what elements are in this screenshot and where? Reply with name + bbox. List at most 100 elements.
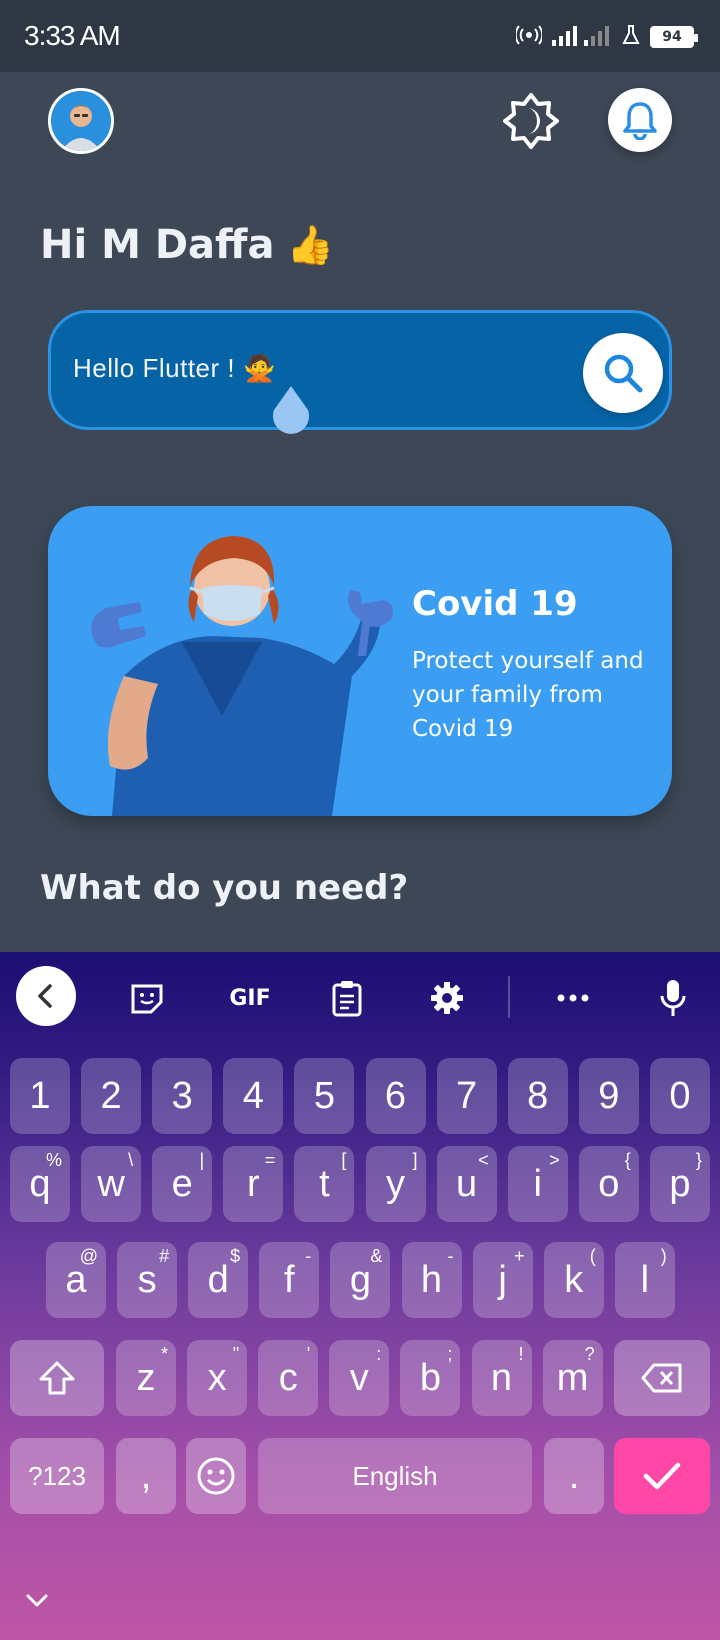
key-u-secondary: <	[478, 1150, 489, 1170]
key-s-label: s	[137, 1258, 157, 1301]
text-cursor-handle[interactable]	[270, 386, 312, 440]
key-k[interactable]: k(	[543, 1242, 604, 1318]
clipboard-button[interactable]	[322, 970, 372, 1026]
key-7[interactable]: 7	[436, 1058, 497, 1134]
enter-key[interactable]	[614, 1438, 710, 1514]
key-z[interactable]: z *	[116, 1340, 176, 1416]
key-2[interactable]: 2	[81, 1058, 142, 1134]
key-6[interactable]: 6	[365, 1058, 426, 1134]
key-x[interactable]: x "	[187, 1340, 248, 1416]
key-q[interactable]: q%	[10, 1146, 70, 1222]
key-o[interactable]: o{	[578, 1146, 639, 1222]
key-2-label: 2	[100, 1074, 122, 1117]
flask-icon	[622, 24, 640, 50]
key-p[interactable]: p}	[649, 1146, 710, 1222]
settings-button[interactable]	[422, 970, 472, 1026]
sticker-button[interactable]	[122, 970, 172, 1026]
key-l-label: l	[640, 1258, 650, 1301]
key-z-secondary: *	[160, 1344, 168, 1364]
search-icon	[604, 354, 643, 393]
toolbar-divider	[508, 976, 510, 1018]
key-f-secondary: -	[305, 1246, 312, 1266]
key-v[interactable]: v:	[329, 1340, 390, 1416]
user-avatar[interactable]	[48, 88, 114, 154]
key-1[interactable]: 1	[10, 1058, 70, 1134]
gif-button[interactable]: GIF	[220, 970, 280, 1026]
keyboard-back-button[interactable]	[16, 966, 76, 1026]
thumbs-up-emoji: 👍	[286, 222, 334, 267]
status-icons: 94	[514, 22, 698, 52]
key-5-label: 5	[313, 1074, 335, 1117]
key-4[interactable]: 4	[223, 1058, 284, 1134]
key-f-label: f	[284, 1258, 295, 1301]
brightness-icon	[503, 93, 559, 149]
key-9[interactable]: 9	[578, 1058, 639, 1134]
key-y[interactable]: y]	[365, 1146, 426, 1222]
key-g[interactable]: g &	[330, 1242, 391, 1318]
key-e[interactable]: e |	[152, 1146, 213, 1222]
key-w[interactable]: w \	[81, 1146, 142, 1222]
key-m[interactable]: m?	[542, 1340, 603, 1416]
key-3-label: 3	[171, 1074, 193, 1117]
gear-icon	[431, 982, 463, 1014]
symbols-key[interactable]: ?123	[10, 1438, 104, 1514]
key-y-label: y	[386, 1162, 405, 1205]
shift-key[interactable]	[10, 1340, 104, 1416]
keyboard-collapse-button[interactable]	[26, 1593, 48, 1612]
chevron-down-icon	[26, 1594, 48, 1607]
search-bar[interactable]: Hello Flutter ! 🙅	[48, 310, 672, 430]
emoji-key[interactable]	[186, 1438, 246, 1514]
key-a[interactable]: a @	[46, 1242, 106, 1318]
key-0[interactable]: 0	[649, 1058, 710, 1134]
backspace-key[interactable]	[614, 1340, 710, 1416]
key-h[interactable]: h-	[401, 1242, 462, 1318]
key-f[interactable]: f-	[259, 1242, 320, 1318]
key-c-secondary: '	[306, 1344, 311, 1364]
key-t[interactable]: t[	[294, 1146, 355, 1222]
status-bar: 3:33 AM 94	[0, 0, 720, 72]
voice-input-button[interactable]	[648, 970, 698, 1026]
covid-banner-card[interactable]: Covid 19 Protect yourself and your famil…	[48, 506, 672, 816]
key-3[interactable]: 3	[152, 1058, 213, 1134]
key-b-label: b	[419, 1356, 441, 1399]
key-5[interactable]: 5	[294, 1058, 355, 1134]
key-l-secondary: )	[660, 1246, 667, 1266]
key-d[interactable]: d $	[188, 1242, 249, 1318]
key-y-secondary: ]	[412, 1150, 418, 1170]
key-c[interactable]: c '	[258, 1340, 319, 1416]
chevron-left-icon	[38, 984, 52, 1008]
card-title: Covid 19	[412, 584, 578, 624]
theme-toggle-button[interactable]	[498, 88, 564, 154]
key-s[interactable]: s #	[117, 1242, 178, 1318]
key-o-label: o	[598, 1162, 620, 1205]
key-e-label: e	[171, 1162, 193, 1205]
space-key[interactable]: English	[258, 1438, 532, 1514]
key-r-secondary: =	[264, 1150, 276, 1170]
key-9-label: 9	[598, 1074, 620, 1117]
period-key[interactable]: .	[544, 1438, 604, 1514]
more-button[interactable]	[548, 970, 598, 1026]
key-i[interactable]: i >	[507, 1146, 568, 1222]
key-j[interactable]: j +	[472, 1242, 533, 1318]
key-n[interactable]: n!	[471, 1340, 532, 1416]
key-u[interactable]: u <	[436, 1146, 497, 1222]
search-input[interactable]: Hello Flutter ! 🙅	[73, 353, 276, 384]
key-6-label: 6	[384, 1074, 407, 1117]
key-0-label: 0	[669, 1074, 691, 1117]
key-b[interactable]: b;	[400, 1340, 461, 1416]
key-j-label: j	[498, 1258, 507, 1301]
key-8[interactable]: 8	[507, 1058, 568, 1134]
key-v-label: v	[349, 1356, 369, 1399]
status-time: 3:33 AM	[24, 20, 121, 51]
search-button[interactable]	[583, 333, 663, 413]
key-r[interactable]: r =	[223, 1146, 284, 1222]
key-l[interactable]: l)	[614, 1242, 675, 1318]
comma-key[interactable]: ,	[116, 1438, 176, 1514]
key-i-secondary: >	[549, 1150, 560, 1170]
key-1-label: 1	[29, 1074, 51, 1117]
key-d-secondary: $	[230, 1246, 241, 1266]
section-title: What do you need?	[40, 868, 409, 908]
key-w-label: w	[97, 1162, 125, 1205]
checkmark-icon	[643, 1462, 681, 1490]
notifications-button[interactable]	[608, 88, 672, 152]
